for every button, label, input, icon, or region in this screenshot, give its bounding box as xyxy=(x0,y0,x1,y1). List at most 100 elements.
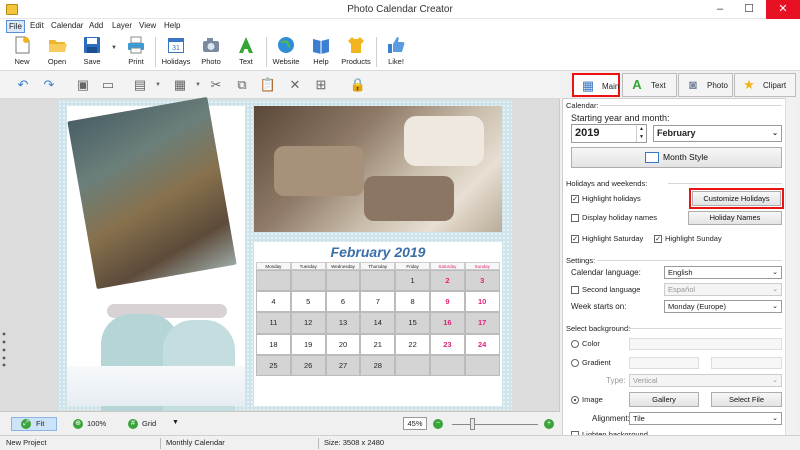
highlight-sunday-checkbox[interactable]: ✓ Highlight Sunday xyxy=(654,234,722,244)
zoom-out-button[interactable]: − xyxy=(433,418,443,430)
calendar-day-cell: 16 xyxy=(430,312,465,334)
calendar-day-cell xyxy=(325,270,361,292)
alignment-select[interactable]: Tile ⌄ xyxy=(629,412,782,425)
day-header: Wednesday xyxy=(325,262,361,270)
duplicate-icon[interactable]: ⊞ xyxy=(312,76,330,94)
menu-layer[interactable]: Layer xyxy=(110,20,134,31)
grid-button[interactable]: # Grid xyxy=(128,418,156,430)
tab-photo[interactable]: ◙ Photo xyxy=(678,73,733,97)
zoom-value-field[interactable]: 45% xyxy=(403,417,427,430)
year-spin-arrows[interactable]: ▲ ▼ xyxy=(636,125,646,142)
minimize-button[interactable]: – xyxy=(706,0,734,19)
year-spinner[interactable]: 2019 ▲ ▼ xyxy=(571,124,647,143)
help-button[interactable]: Help xyxy=(301,35,341,69)
maximize-button[interactable]: ☐ xyxy=(735,0,763,19)
arrange-icon[interactable]: ▦ xyxy=(171,76,189,94)
like-button[interactable]: Like! xyxy=(376,35,416,69)
menu-edit[interactable]: Edit xyxy=(28,20,46,31)
holidays-button[interactable]: 31 Holidays xyxy=(156,35,196,69)
menu-file[interactable]: File xyxy=(6,20,25,33)
menu-help[interactable]: Help xyxy=(162,20,182,31)
calendar-language-select[interactable]: English ⌄ xyxy=(664,266,782,279)
gradient-type-select[interactable]: Vertical ⌄ xyxy=(629,374,782,387)
section-background-header: Select background: xyxy=(566,324,631,333)
section-divider xyxy=(597,260,782,261)
fit-zoom-icon: ⤢ xyxy=(21,419,31,429)
arrange-dropdown-arrow[interactable]: ▼ xyxy=(189,76,207,94)
website-button[interactable]: Website xyxy=(266,35,306,69)
panel-scrollbar[interactable] xyxy=(785,98,796,440)
image-radio[interactable]: Image xyxy=(571,395,603,405)
section-calendar-header: Calendar: xyxy=(566,101,599,110)
gradient-radio[interactable]: Gradient xyxy=(571,358,611,368)
calendar-day-cell: 20 xyxy=(325,333,361,355)
save-button[interactable]: Save xyxy=(72,35,112,69)
highlight-holidays-checkbox[interactable]: ✓ Highlight holidays xyxy=(571,194,641,204)
undo-icon[interactable]: ↶ xyxy=(14,76,32,94)
zoom-slider-thumb[interactable] xyxy=(470,418,475,430)
radio-selected xyxy=(571,396,579,404)
week-starts-select[interactable]: Monday (Europe) ⌄ xyxy=(664,300,782,313)
menu-calendar[interactable]: Calendar xyxy=(49,20,85,31)
holiday-names-button[interactable]: Holiday Names xyxy=(688,211,782,225)
menu-add[interactable]: Add xyxy=(87,20,105,31)
month-select[interactable]: February ⌄ xyxy=(653,125,782,142)
tab-text[interactable]: A Text xyxy=(622,73,677,97)
products-button[interactable]: Products xyxy=(336,35,376,69)
photo-knitted-sweaters[interactable] xyxy=(254,106,502,232)
calendar-day-cell: 23 xyxy=(430,333,465,355)
redo-icon[interactable]: ↷ xyxy=(40,76,58,94)
paste-icon[interactable]: 📋 xyxy=(259,76,277,94)
month-style-button[interactable]: Month Style xyxy=(571,147,782,168)
section-divider xyxy=(600,105,782,106)
tab-clipart[interactable]: ★ Clipart xyxy=(734,73,796,97)
new-button[interactable]: New xyxy=(2,35,42,69)
calendar-day-cell: 14 xyxy=(360,312,396,334)
copy-icon[interactable]: ⧉ xyxy=(233,76,251,94)
status-separator xyxy=(160,438,161,449)
zoom-in-button[interactable]: + xyxy=(544,418,554,430)
grid-icon: # xyxy=(128,419,138,429)
calendar-month-title: February 2019 xyxy=(330,244,426,260)
new-file-icon xyxy=(15,36,30,54)
print-button[interactable]: Print xyxy=(116,35,156,69)
select-file-button[interactable]: Select File xyxy=(711,392,782,407)
text-button[interactable]: Text xyxy=(226,35,266,69)
align-dropdown-arrow[interactable]: ▼ xyxy=(149,76,167,94)
lock-icon[interactable]: 🔒 xyxy=(349,76,367,94)
delete-icon[interactable]: ✕ xyxy=(286,76,304,94)
color-radio[interactable]: Color xyxy=(571,339,600,349)
collapse-panel-handle[interactable] xyxy=(2,331,6,367)
zoom-out-icon: − xyxy=(433,419,443,429)
day-header: Sunday xyxy=(464,262,500,270)
customize-holidays-button[interactable]: Customize Holidays xyxy=(689,188,784,209)
second-language-checkbox[interactable]: Second language xyxy=(571,285,640,295)
gallery-button[interactable]: Gallery xyxy=(629,392,699,407)
align-icon[interactable]: ▤ xyxy=(131,76,149,94)
help-book-icon xyxy=(313,39,329,54)
camera-icon xyxy=(203,38,219,52)
radio-unselected xyxy=(571,359,579,367)
calendar-day-cell: 8 xyxy=(395,291,430,313)
second-language-select[interactable]: Español ⌄ xyxy=(664,283,782,296)
menu-view[interactable]: View xyxy=(137,20,158,31)
open-button[interactable]: Open xyxy=(37,35,77,69)
picture-frame-icon[interactable]: ▣ xyxy=(74,76,92,94)
photo-button[interactable]: Photo xyxy=(191,35,231,69)
close-button[interactable]: ✕ xyxy=(766,0,800,19)
display-holiday-names-checkbox[interactable]: Display holiday names xyxy=(571,213,657,223)
fit-button[interactable]: ⤢ Fit xyxy=(11,417,57,431)
highlight-saturday-checkbox[interactable]: ✓ Highlight Saturday xyxy=(571,234,643,244)
grid-dropdown-arrow[interactable]: ▼ xyxy=(172,419,179,426)
page-frame-icon[interactable]: ▭ xyxy=(99,76,117,94)
chevron-down-icon: ⌄ xyxy=(772,377,778,384)
cut-icon[interactable]: ✂ xyxy=(207,76,225,94)
photo-ice-skates[interactable] xyxy=(67,96,245,432)
thumbs-up-icon xyxy=(388,37,405,53)
tab-main[interactable]: ▦ Main xyxy=(572,73,620,97)
zoom-100-button[interactable]: ⊕ 100% xyxy=(73,418,106,430)
zoom-slider-track[interactable] xyxy=(452,424,538,425)
calendar-grid[interactable]: February 2019 Monday Tuesday Wednesday Thur… xyxy=(254,242,502,406)
text-a-icon xyxy=(239,37,253,53)
calendar-day-cell: 19 xyxy=(290,333,326,355)
